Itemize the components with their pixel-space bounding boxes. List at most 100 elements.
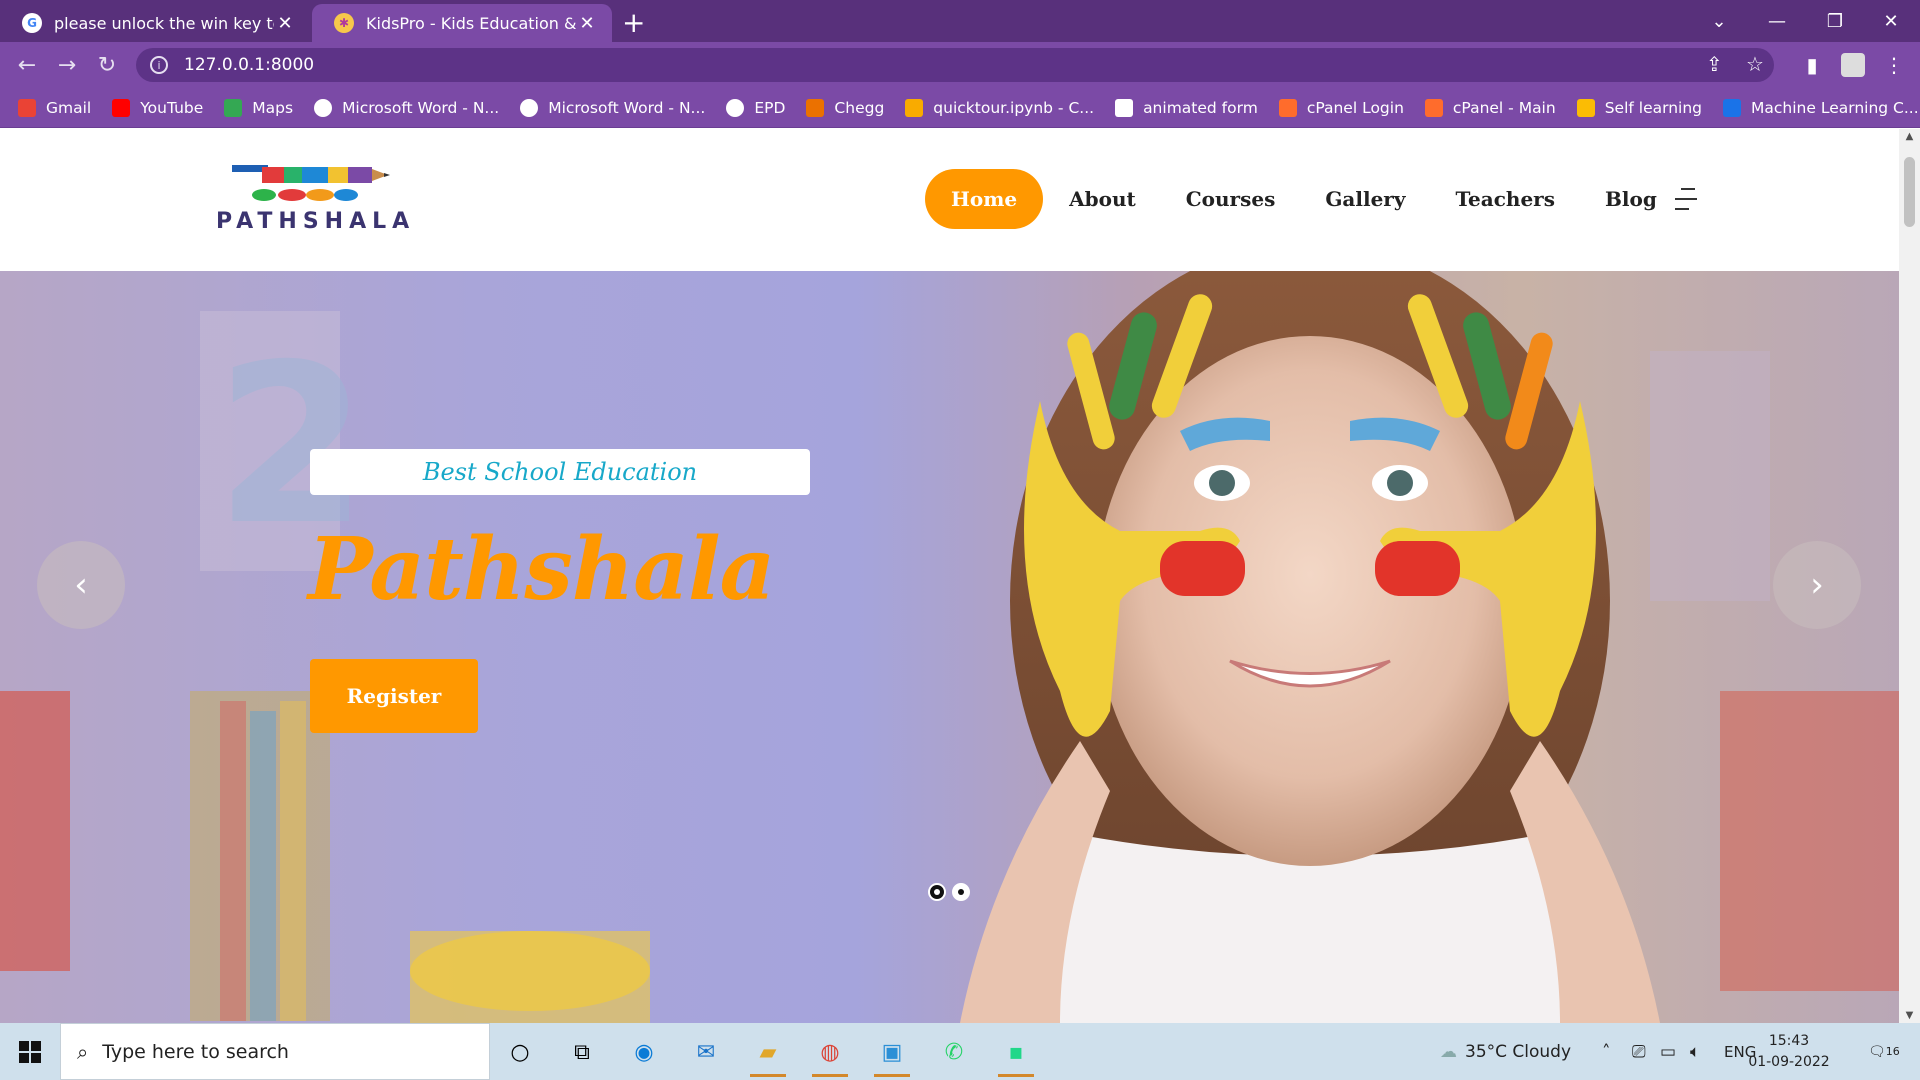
- carousel-dot-1[interactable]: [928, 883, 946, 901]
- bookmark-item[interactable]: quicktour.ipynb - C...: [905, 98, 1094, 117]
- nav-courses[interactable]: Courses: [1186, 187, 1276, 211]
- carousel-dot-2[interactable]: [952, 883, 970, 901]
- page-scrollbar[interactable]: ▲ ▼: [1899, 129, 1920, 1023]
- menu-kebab-icon[interactable]: ⋮: [1879, 50, 1909, 80]
- notification-center-icon[interactable]: 🗨︎ 16: [1868, 1023, 1900, 1080]
- scrollbar-thumb[interactable]: [1904, 157, 1915, 227]
- tab-search-chevron-icon[interactable]: ⌄: [1690, 0, 1748, 42]
- task-view-icon[interactable]: ⧉: [556, 1029, 608, 1075]
- is-icon: [1723, 98, 1742, 117]
- bookmark-item[interactable]: YouTube: [112, 98, 203, 117]
- bookmark-label: Self learning: [1604, 98, 1703, 117]
- carousel-next-chevron-icon[interactable]: ›: [1773, 541, 1861, 629]
- bookmark-label: Microsoft Word - N...: [342, 98, 500, 117]
- bookmark-item[interactable]: Microsoft Word - N...: [520, 98, 705, 117]
- nav-home[interactable]: Home: [925, 169, 1044, 229]
- tab-unlock-win-key[interactable]: G please unlock the win key to activate …: [0, 4, 310, 42]
- search-placeholder: Type here to search: [102, 1040, 289, 1063]
- windows-taskbar: ⌕ Type here to search ○ ⧉ ◉ ✉ ▰ ◍ ▣ ✆ ▪ …: [0, 1023, 1920, 1080]
- windows-start-icon[interactable]: [0, 1023, 60, 1080]
- url-text[interactable]: 127.0.0.1:8000: [184, 55, 314, 75]
- hero-carousel: 2 Best School Education Pathshala Regist…: [0, 271, 1899, 1023]
- google-icon: G: [22, 13, 42, 33]
- scroll-down-arrow-icon[interactable]: ▼: [1899, 1010, 1920, 1021]
- tray-chevron-up-icon[interactable]: ˄: [1602, 1023, 1611, 1080]
- chrome-icon[interactable]: ◍: [804, 1029, 856, 1077]
- taskbar-search-box[interactable]: ⌕ Type here to search: [60, 1023, 490, 1080]
- network-icon[interactable]: ⎚: [1632, 1023, 1646, 1080]
- site-info-icon[interactable]: i: [150, 56, 168, 74]
- bookmark-item[interactable]: cPanel Login: [1278, 98, 1404, 117]
- bookmark-label: Machine Learning C...: [1751, 98, 1919, 117]
- bookmark-label: cPanel Login: [1306, 98, 1404, 117]
- maps-icon: [224, 98, 243, 117]
- weather-text: 35°C Cloudy: [1465, 1041, 1572, 1062]
- pycharm-icon[interactable]: ▪: [990, 1029, 1042, 1077]
- close-window-icon[interactable]: ✕: [1862, 0, 1920, 42]
- control-panel-icon[interactable]: ▣: [866, 1029, 918, 1077]
- youtube-icon: [112, 98, 131, 117]
- globe-icon: [726, 98, 745, 117]
- new-tab-button[interactable]: +: [622, 6, 645, 39]
- kidspro-icon: ✱: [334, 13, 354, 33]
- main-nav: Home About Courses Gallery Teachers Blog: [925, 169, 1707, 229]
- bookmark-item[interactable]: EPD: [726, 98, 785, 117]
- hamburger-menu-icon[interactable]: [1675, 186, 1697, 212]
- scroll-up-arrow-icon[interactable]: ▲: [1899, 131, 1920, 142]
- tab-title: please unlock the win key to activate: [54, 13, 274, 33]
- nav-about[interactable]: About: [1069, 187, 1136, 211]
- edge-icon[interactable]: ◉: [618, 1029, 670, 1075]
- bookmark-label: Maps: [252, 98, 294, 117]
- system-clock[interactable]: 15:43 01-09-2022: [1744, 1031, 1834, 1073]
- whatsapp-icon[interactable]: ✆: [928, 1029, 980, 1075]
- restore-icon[interactable]: ❐: [1806, 0, 1864, 42]
- nav-teachers[interactable]: Teachers: [1455, 187, 1555, 211]
- nav-blog[interactable]: Blog: [1605, 187, 1657, 211]
- chegg-icon: [806, 98, 825, 117]
- battery-icon[interactable]: ▭: [1660, 1023, 1676, 1080]
- reload-icon[interactable]: ↻: [92, 50, 122, 80]
- page-viewport: PATHSHALA Home About Courses Gallery Tea…: [0, 129, 1899, 1023]
- gmail-icon: [18, 98, 36, 117]
- search-icon: ⌕: [77, 1039, 89, 1064]
- globe-icon: [520, 98, 539, 117]
- bookmark-item[interactable]: Machine Learning C...: [1723, 98, 1919, 117]
- minimize-icon[interactable]: —: [1748, 0, 1806, 42]
- nav-gallery[interactable]: Gallery: [1325, 187, 1405, 211]
- cpanel-icon: [1278, 98, 1297, 117]
- hero-background-image: 2: [0, 271, 1899, 1023]
- profile-avatar[interactable]: [1841, 53, 1865, 77]
- codepen-icon: [1115, 98, 1134, 117]
- share-icon[interactable]: ⇪: [1706, 52, 1723, 76]
- tab-close-icon[interactable]: ✕: [576, 13, 598, 34]
- tab-close-icon[interactable]: ✕: [274, 13, 296, 34]
- browser-toolbar: ← → ↻ i 127.0.0.1:8000 ⇪ ☆ ▮ ⋮: [0, 42, 1920, 88]
- carousel-indicators: [928, 883, 976, 901]
- bookmark-item[interactable]: animated form: [1115, 98, 1258, 117]
- bookmark-item[interactable]: cPanel - Main: [1424, 98, 1556, 117]
- tab-title: KidsPro - Kids Education & Kindergarten: [366, 13, 576, 33]
- forward-icon[interactable]: →: [52, 50, 82, 80]
- bookmark-label: Gmail: [46, 98, 92, 117]
- logo-wordmark: PATHSHALA: [216, 209, 416, 234]
- mail-icon[interactable]: ✉: [680, 1029, 732, 1075]
- file-explorer-icon[interactable]: ▰: [742, 1029, 794, 1077]
- bookmark-label: Chegg: [834, 98, 885, 117]
- colab-icon: [905, 98, 924, 117]
- bookmark-label: cPanel - Main: [1452, 98, 1556, 117]
- back-icon[interactable]: ←: [12, 50, 42, 80]
- volume-icon[interactable]: 🔈︎: [1690, 1023, 1700, 1080]
- cortana-icon[interactable]: ○: [494, 1029, 546, 1075]
- bookmark-item[interactable]: Self learning: [1576, 98, 1703, 117]
- bookmark-star-icon[interactable]: ☆: [1746, 52, 1764, 76]
- carousel-prev-chevron-icon[interactable]: ‹: [37, 541, 125, 629]
- bookmark-item[interactable]: Maps: [224, 98, 294, 117]
- bookmark-item[interactable]: Gmail: [18, 98, 92, 117]
- tab-kidspro[interactable]: ✱ KidsPro - Kids Education & Kindergarte…: [312, 4, 612, 42]
- bookmark-item[interactable]: Microsoft Word - N...: [314, 98, 500, 117]
- bookmark-item[interactable]: Chegg: [806, 98, 885, 117]
- address-bar[interactable]: i 127.0.0.1:8000 ⇪ ☆: [136, 48, 1774, 82]
- register-button[interactable]: Register: [310, 659, 478, 733]
- weather-widget[interactable]: ☁ 35°C Cloudy: [1440, 1023, 1571, 1080]
- side-panel-icon[interactable]: ▮: [1797, 50, 1827, 80]
